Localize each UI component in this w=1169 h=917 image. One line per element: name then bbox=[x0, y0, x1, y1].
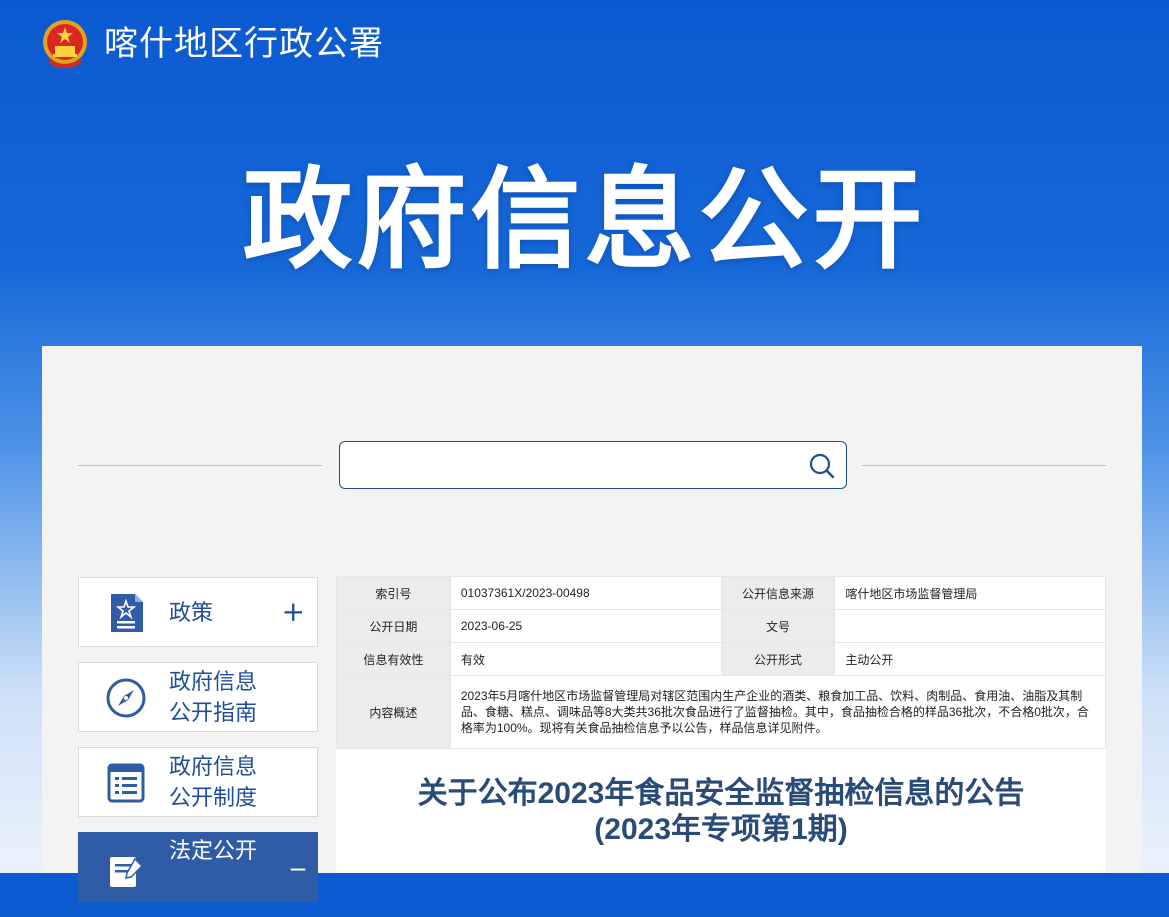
search-divider-right bbox=[862, 465, 1106, 466]
table-row: 索引号 01037361X/2023-00498 公开信息来源 喀什地区市场监督… bbox=[336, 576, 1106, 610]
nav-item-disclosure-guide[interactable]: 政府信息 公开指南 bbox=[78, 662, 318, 732]
nav-item-label: 政府信息 公开指南 bbox=[169, 669, 258, 725]
national-emblem-icon bbox=[40, 18, 90, 70]
search-divider-left bbox=[78, 465, 322, 466]
source-value: 喀什地区市场监督管理局 bbox=[834, 576, 1106, 610]
site-title[interactable]: 喀什地区行政公署 bbox=[104, 18, 384, 70]
index-value: 01037361X/2023-00498 bbox=[449, 576, 722, 610]
nav-item-label: 法定公开 bbox=[169, 838, 258, 863]
docno-label: 文号 bbox=[720, 609, 836, 643]
policy-document-icon bbox=[105, 592, 147, 634]
document-meta-table: 索引号 01037361X/2023-00498 公开信息来源 喀什地区市场监督… bbox=[336, 576, 1107, 749]
nav-item-statutory-disclosure[interactable]: 法定公开 _ bbox=[78, 832, 318, 902]
site-header: 喀什地区行政公署 bbox=[40, 18, 384, 70]
nav-item-policy[interactable]: 政策 + bbox=[78, 577, 318, 647]
table-row: 内容概述 2023年5月喀什地区市场监督管理局对辖区范围内生产企业的酒类、粮食加… bbox=[336, 675, 1107, 749]
list-document-icon bbox=[105, 762, 147, 804]
form-label: 公开形式 bbox=[720, 642, 836, 676]
date-label: 公开日期 bbox=[336, 609, 451, 643]
collapse-icon[interactable]: _ bbox=[291, 839, 305, 871]
expand-icon[interactable]: + bbox=[282, 596, 305, 628]
search-box bbox=[339, 441, 847, 489]
summary-label: 内容概述 bbox=[336, 675, 451, 749]
edit-document-icon bbox=[105, 847, 147, 889]
sidebar-nav: 政策 + 政府信息 公开指南 政府信息 公开制度 法定公开 _ bbox=[78, 577, 318, 917]
main-panel: 政策 + 政府信息 公开指南 政府信息 公开制度 法定公开 _ 索引号 0103… bbox=[42, 346, 1142, 902]
compass-icon bbox=[105, 677, 147, 719]
nav-item-label: 政府信息 公开制度 bbox=[169, 754, 258, 810]
nav-item-disclosure-system[interactable]: 政府信息 公开制度 bbox=[78, 747, 318, 817]
table-row: 公开日期 2023-06-25 文号 bbox=[336, 609, 1106, 643]
search-input[interactable] bbox=[350, 448, 794, 484]
document-title-line1: 关于公布2023年食品安全监督抽检信息的公告 bbox=[417, 777, 1025, 810]
form-value: 主动公开 bbox=[834, 642, 1106, 676]
search-icon bbox=[809, 453, 835, 479]
validity-value: 有效 bbox=[449, 642, 722, 676]
hero-title: 政府信息公开 bbox=[242, 156, 927, 284]
index-label: 索引号 bbox=[336, 576, 451, 610]
search-button[interactable] bbox=[808, 452, 836, 480]
date-value: 2023-06-25 bbox=[449, 609, 722, 643]
validity-label: 信息有效性 bbox=[336, 642, 451, 676]
docno-value bbox=[834, 609, 1106, 643]
document-title: 关于公布2023年食品安全监督抽检信息的公告 (2023年专项第1期) bbox=[336, 776, 1106, 848]
table-row: 信息有效性 有效 公开形式 主动公开 bbox=[336, 642, 1106, 676]
document-content: 索引号 01037361X/2023-00498 公开信息来源 喀什地区市场监督… bbox=[336, 576, 1107, 873]
summary-value: 2023年5月喀什地区市场监督管理局对辖区范围内生产企业的酒类、粮食加工品、饮料… bbox=[449, 675, 1107, 749]
nav-item-label: 政策 bbox=[169, 599, 214, 625]
document-title-line2: (2023年专项第1期) bbox=[594, 813, 848, 846]
source-label: 公开信息来源 bbox=[720, 576, 836, 610]
